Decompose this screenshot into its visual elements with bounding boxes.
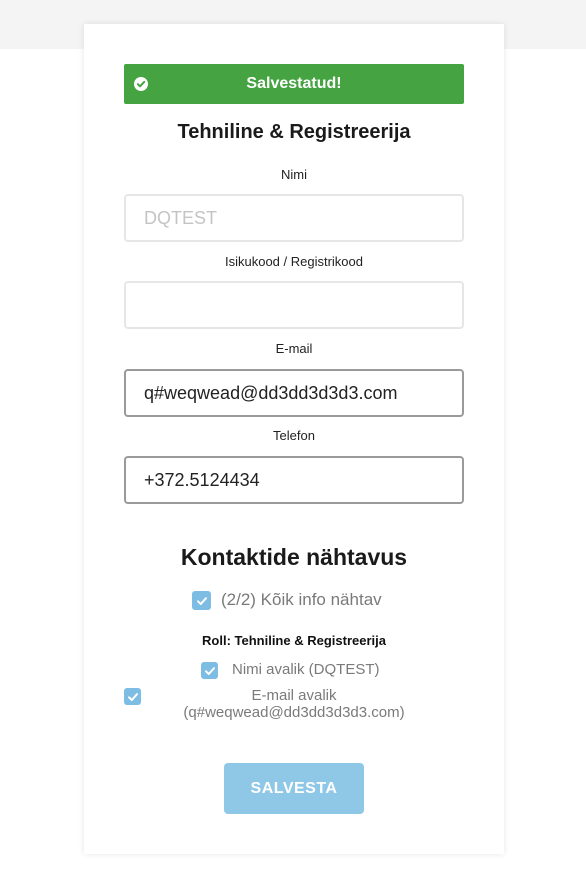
email-field[interactable] — [124, 369, 464, 417]
checkmark-icon — [204, 666, 215, 675]
email-public-checkbox[interactable] — [124, 688, 141, 705]
email-public-line2: (q#weqwead@dd3dd3d3d3.com) — [183, 704, 405, 721]
idcode-field[interactable] — [124, 281, 464, 329]
name-public-checkbox[interactable] — [201, 662, 218, 679]
idcode-label: Isikukood / Registrikood — [224, 254, 363, 269]
name-field[interactable] — [124, 194, 464, 242]
success-alert: Salvestatud! — [124, 64, 464, 104]
email-label: E-mail — [275, 341, 313, 356]
checkmark-icon — [196, 596, 207, 605]
save-button[interactable]: SALVESTA — [224, 763, 364, 814]
all-visible-checkbox[interactable] — [192, 591, 211, 610]
phone-label: Telefon — [273, 428, 315, 443]
name-public-label: Nimi avalik (DQTEST) — [232, 661, 380, 678]
contact-card: Salvestatud! Tehniline & Registreerija N… — [84, 24, 504, 854]
name-label: Nimi — [281, 167, 307, 182]
visibility-title: Kontaktide nähtavus — [180, 544, 408, 570]
alert-text: Salvestatud! — [246, 75, 342, 92]
checkmark-icon — [127, 692, 138, 701]
role-label: Roll: Tehniline & Registreerija — [202, 633, 386, 648]
phone-field[interactable] — [124, 456, 464, 504]
email-public-line1: E-mail avalik — [251, 687, 337, 704]
form-title: Tehniline & Registreerija — [177, 121, 411, 143]
check-circle-icon — [134, 77, 148, 91]
all-visible-label: (2/2) Kõik info nähtav — [221, 590, 382, 609]
email-public-label: E-mail avalik (q#weqwead@dd3dd3d3d3.com) — [154, 687, 434, 721]
